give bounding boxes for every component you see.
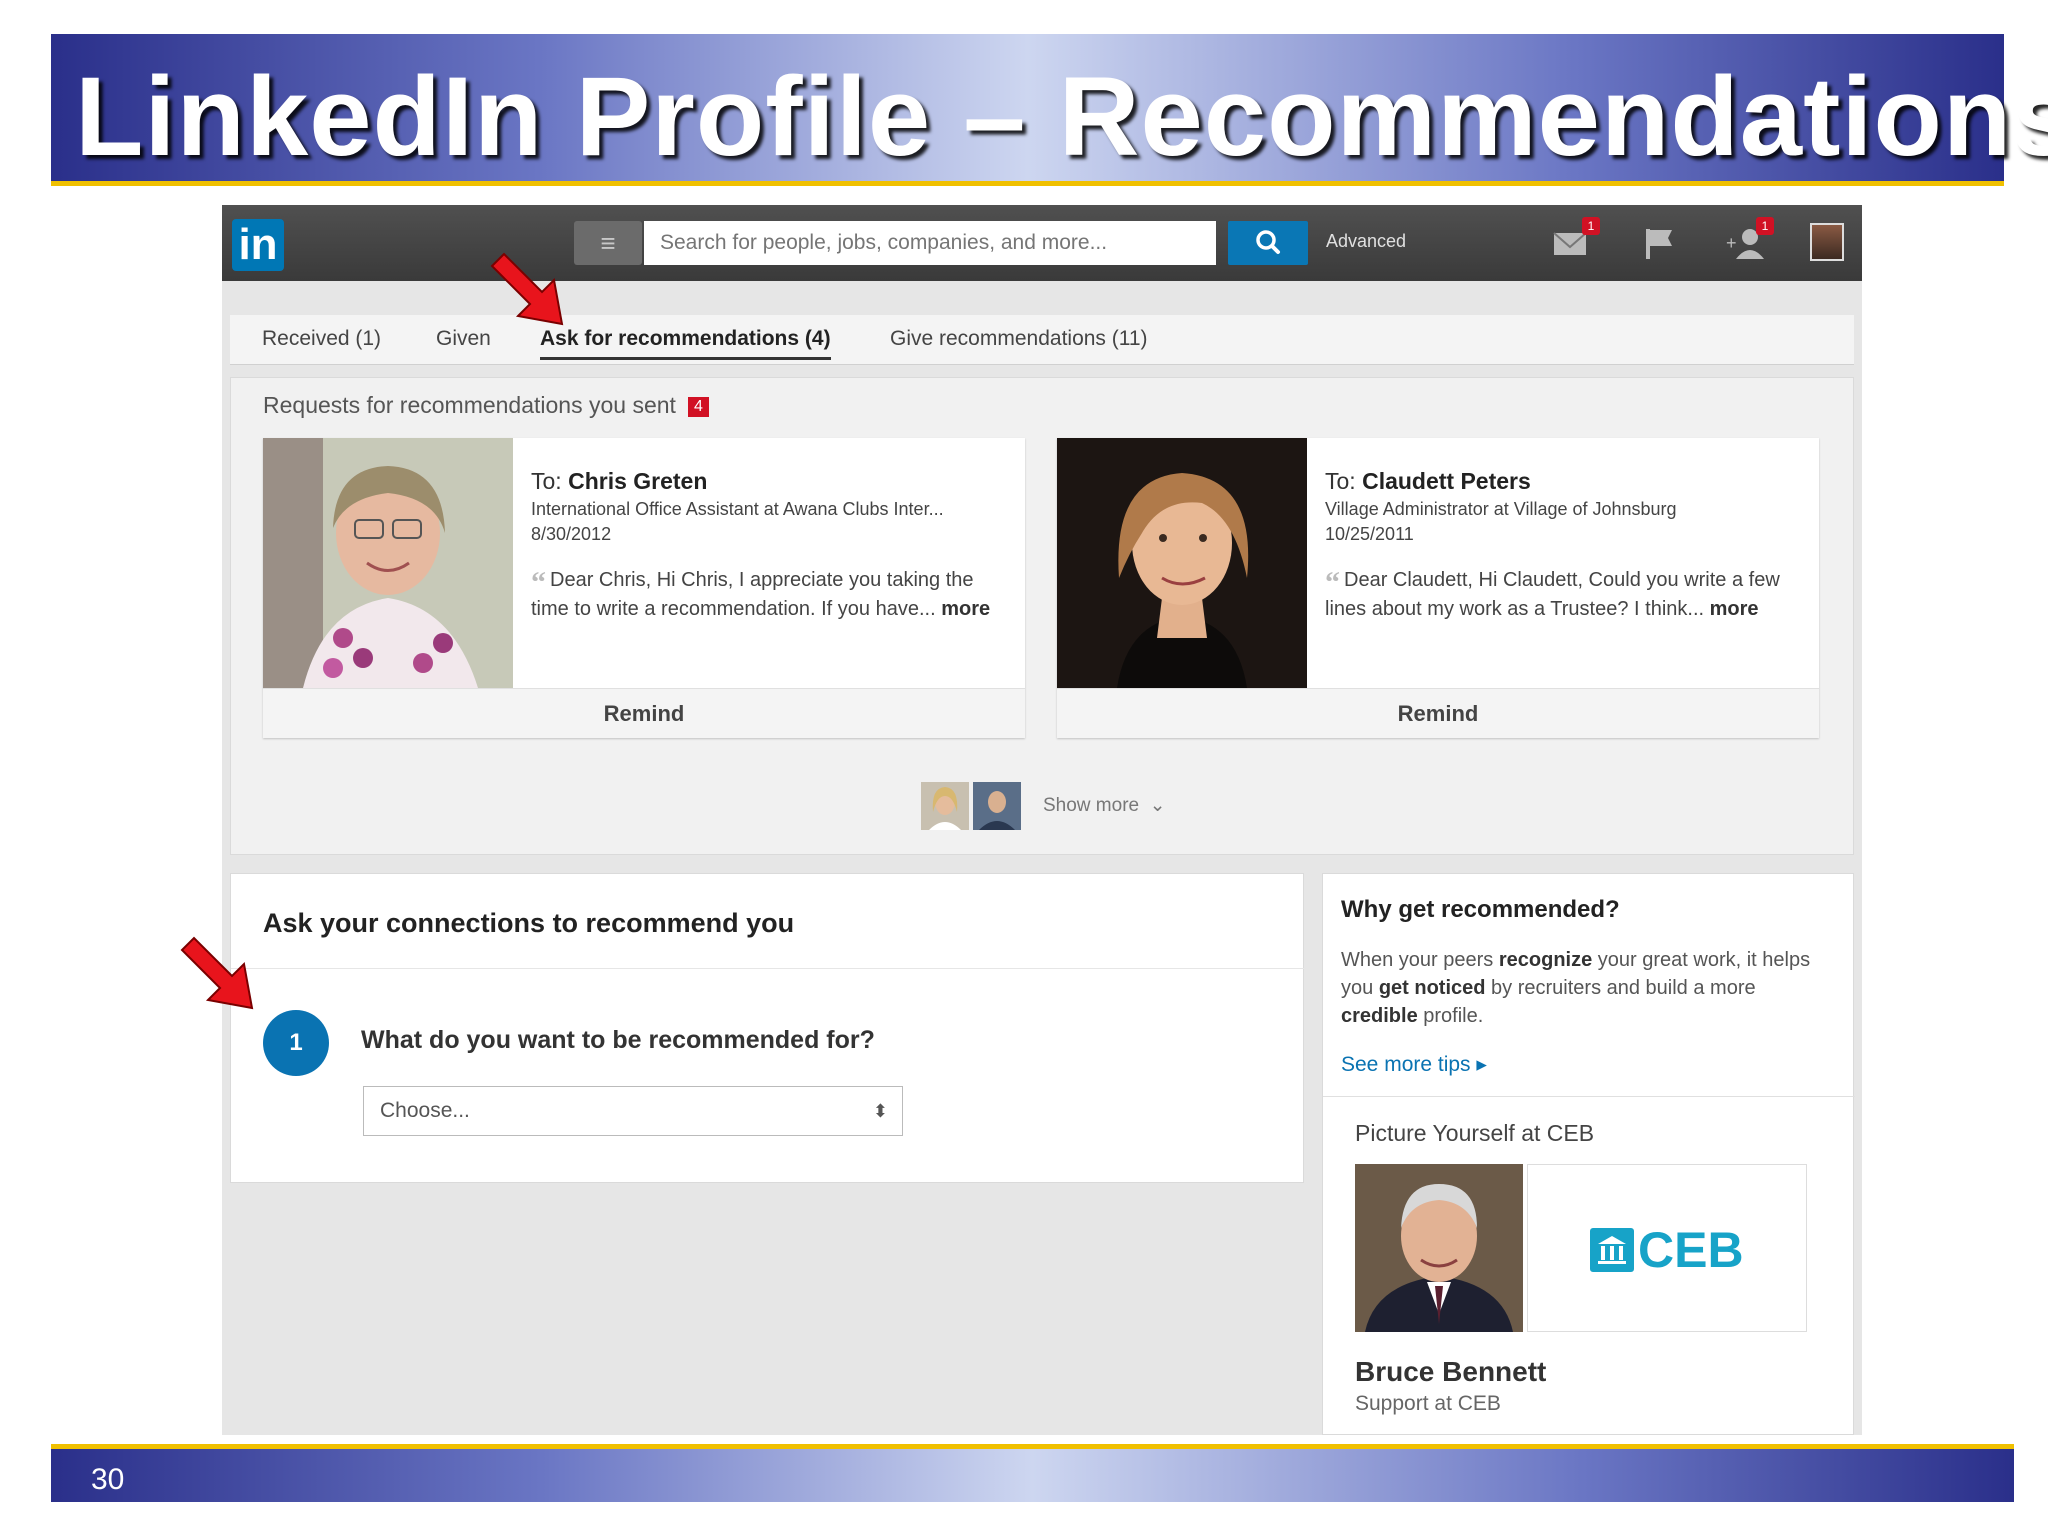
profile-avatar[interactable] [1810,223,1844,261]
remind-button[interactable]: Remind [263,688,1025,738]
slide-title-bar: LinkedIn Profile – Recommendations [51,34,2048,186]
slide: LinkedIn Profile – Recommendations in ≡ … [0,0,2048,1536]
messages-badge: 1 [1582,217,1600,235]
recipient-name[interactable]: Chris Greten [568,468,707,494]
menu-icon[interactable]: ≡ [574,221,642,265]
tab-ask-for-recommendations[interactable]: Ask for recommendations (4) [540,327,831,360]
ad-person-role: Support at CEB [1355,1392,1501,1415]
recipient-headline: Village Administrator at Village of John… [1325,499,1677,519]
ask-connections-panel: Ask your connections to recommend you 1 … [230,873,1305,1183]
request-recipient[interactable]: To: Claudett Peters [1325,468,1805,495]
add-connection-icon[interactable]: + 1 [1726,217,1774,263]
more-link[interactable]: more [941,598,990,620]
search-icon [1256,230,1280,254]
tab-given[interactable]: Given [436,327,491,351]
ad-person-photo[interactable] [1355,1164,1523,1332]
request-info: To: Claudett Peters Village Administrato… [1325,468,1805,622]
why-title: Why get recommended? [1341,896,1620,923]
recipient-headline: International Office Assistant at Awana … [531,499,944,519]
recommendation-tabs: Received (1) Given Ask for recommendatio… [230,315,1854,365]
request-date: 10/25/2011 [1325,524,1414,544]
linkedin-logo[interactable]: in [232,219,284,271]
more-link[interactable]: more [1710,598,1759,620]
why-text: When your peers recognize your great wor… [1341,949,1811,1027]
thumbnail-photo [973,782,1021,830]
connections-badge: 1 [1756,217,1774,235]
why-recommended-sidebar: Why get recommended? When your peers rec… [1322,873,1855,1435]
chevron-down-icon: ⌄ [1149,795,1166,816]
request-photo [1057,438,1307,688]
tab-give-recommendations[interactable]: Give recommendations (11) [890,327,1148,351]
select-arrows-icon: ⬍ [872,1101,888,1121]
ask-title: Ask your connections to recommend you [263,908,795,938]
divider [231,968,1305,969]
slide-title: LinkedIn Profile – Recommendations [75,54,2048,179]
quote-icon: “ [531,566,546,599]
ad-title: Picture Yourself at CEB [1355,1120,1595,1146]
flag-icon[interactable] [1640,223,1680,263]
request-message: “Dear Claudett, Hi Claudett, Could you w… [1325,566,1780,621]
red-arrow-icon [490,252,564,326]
recipient-name[interactable]: Claudett Peters [1362,468,1531,494]
slide-footer: 30 [51,1444,2014,1502]
advanced-search-link[interactable]: Advanced [1326,231,1406,252]
requests-count-badge: 4 [687,396,709,417]
step-number-badge: 1 [263,1010,329,1076]
messages-icon[interactable]: 1 [1552,217,1600,263]
see-more-tips-link[interactable]: See more tips ▸ [1341,1052,1487,1077]
requests-heading: Requests for recommendations you sent 4 [263,392,709,419]
ad-person-name[interactable]: Bruce Bennett [1355,1356,1546,1388]
ceb-logo-text: CEB [1638,1222,1744,1278]
request-recipient[interactable]: To: Chris Greten [531,468,1011,495]
request-date: 8/30/2012 [531,524,612,544]
requests-panel: Requests for recommendations you sent 4 T… [230,377,1854,855]
tab-received[interactable]: Received (1) [262,327,381,351]
request-card: To: Chris Greten International Office As… [263,438,1025,738]
red-arrow-icon [180,936,254,1010]
quote-icon: “ [1325,566,1340,599]
divider [1323,1096,1855,1097]
search-button[interactable] [1228,221,1308,265]
top-navbar: in ≡ Advanced 1 + 1 [222,205,1862,281]
bank-icon [1590,1228,1634,1272]
request-info: To: Chris Greten International Office As… [531,468,1011,622]
step-question: What do you want to be recommended for? [361,1026,875,1054]
recommend-for-select[interactable]: Choose... ⬍ [363,1086,903,1136]
ceb-logo[interactable]: CEB [1527,1164,1807,1332]
requests-title: Requests for recommendations you sent [263,392,676,418]
svg-text:+: + [1726,233,1737,253]
request-message: “Dear Chris, Hi Chris, I appreciate you … [531,566,991,621]
search-input[interactable] [644,221,1216,265]
request-photo [263,438,513,688]
linkedin-screenshot: in ≡ Advanced 1 + 1 [222,205,1862,1435]
request-card: To: Claudett Peters Village Administrato… [1057,438,1819,738]
page-number: 30 [91,1463,125,1496]
show-more-link[interactable]: Show more ⌄ [1043,794,1166,817]
thumbnail-photo [921,782,969,830]
remind-button[interactable]: Remind [1057,688,1819,738]
